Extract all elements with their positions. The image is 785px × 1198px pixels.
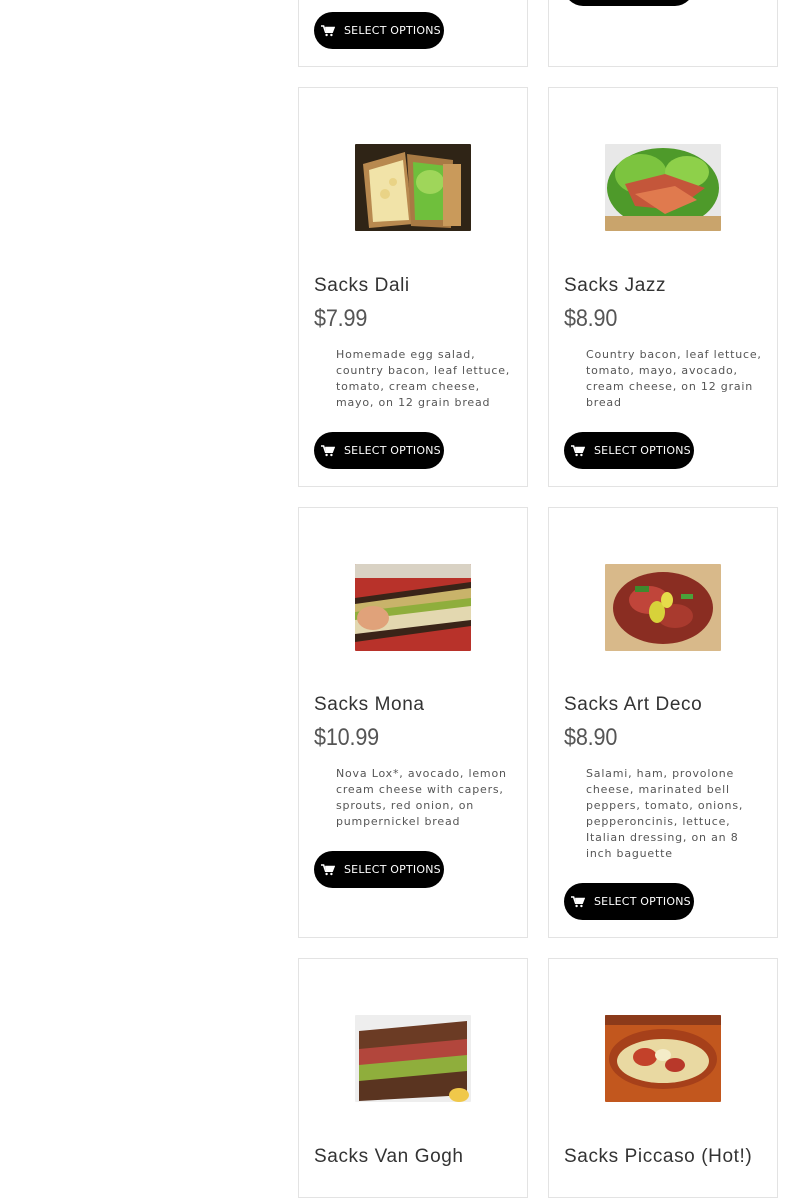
select-options-button[interactable]: SELECT OPTIONS [314,12,444,49]
product-name[interactable]: Sacks Jazz [564,275,666,297]
cart-icon [571,895,585,908]
product-image-lox-sprouts-sandwich[interactable] [355,564,471,651]
product-name[interactable]: Sacks Dali [314,275,410,297]
product-card-partial-right [548,0,778,67]
select-options-label: SELECT OPTIONS [344,24,441,37]
product-card: Sacks Mona $10.99 Nova Lox*, avocado, le… [298,507,528,938]
product-description: Nova Lox*, avocado, lemon cream cheese w… [336,767,507,828]
cart-icon [571,444,585,457]
product-price: $8.90 [564,305,618,332]
cart-icon [321,863,335,876]
product-name[interactable]: Sacks Piccaso (Hot!) [564,1146,752,1168]
product-image-pastrami-sprouts-sandwich[interactable] [355,1015,471,1102]
cart-icon [321,444,335,457]
product-image-egg-salad-sandwich[interactable] [355,144,471,231]
product-price: $8.90 [564,724,618,751]
product-price: $10.99 [314,724,379,751]
product-card: Sacks Piccaso (Hot!) [548,958,778,1198]
select-options-label: SELECT OPTIONS [344,444,441,457]
product-card: Sacks Jazz $8.90 Country bacon, leaf let… [548,87,778,487]
select-options-button[interactable]: SELECT OPTIONS [564,883,694,920]
product-name[interactable]: Sacks Van Gogh [314,1146,464,1168]
product-image-bacon-lettuce-sandwich[interactable] [605,144,721,231]
product-image-italian-baguette-sandwich[interactable] [605,564,721,651]
product-description: Salami, ham, provolone cheese, marinated… [586,767,744,860]
select-options-button[interactable]: SELECT OPTIONS [314,432,444,469]
select-options-label: SELECT OPTIONS [594,444,691,457]
select-options-button[interactable]: SELECT OPTIONS [564,432,694,469]
product-card: Sacks Dali $7.99 Homemade egg salad, cou… [298,87,528,487]
select-options-button-partial[interactable] [564,0,694,6]
product-name[interactable]: Sacks Mona [314,694,425,716]
product-card: Sacks Art Deco $8.90 Salami, ham, provol… [548,507,778,938]
select-options-label: SELECT OPTIONS [344,863,441,876]
select-options-button[interactable]: SELECT OPTIONS [314,851,444,888]
select-options-label: SELECT OPTIONS [594,895,691,908]
product-price: $7.99 [314,305,368,332]
product-description: Country bacon, leaf lettuce, tomato, may… [586,348,762,409]
product-image-hot-cheese-sub[interactable] [605,1015,721,1102]
product-card: Sacks Van Gogh [298,958,528,1198]
cart-icon [321,24,335,37]
product-name[interactable]: Sacks Art Deco [564,694,702,716]
product-card-partial-left: SELECT OPTIONS [298,0,528,67]
product-description: Homemade egg salad, country bacon, leaf … [336,348,511,409]
